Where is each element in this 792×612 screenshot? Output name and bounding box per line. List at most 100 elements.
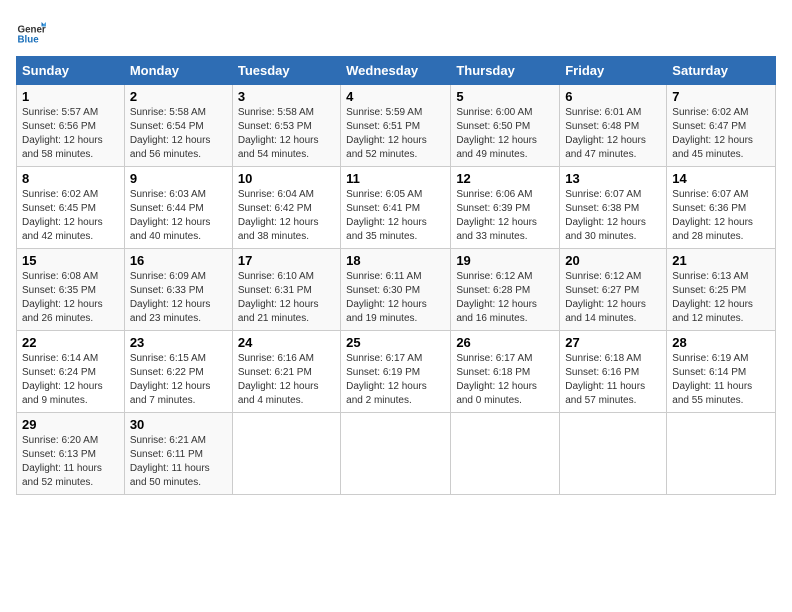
day-info: Sunrise: 6:12 AMSunset: 6:27 PMDaylight:… (565, 271, 646, 324)
logo: General Blue (16, 16, 46, 46)
weekday-header-monday: Monday (124, 57, 232, 85)
weekday-header-sunday: Sunday (17, 57, 125, 85)
day-number: 12 (456, 171, 554, 186)
day-number: 4 (346, 89, 445, 104)
day-number: 13 (565, 171, 661, 186)
calendar-week-3: 15 Sunrise: 6:08 AMSunset: 6:35 PMDayligh… (17, 249, 776, 331)
calendar-cell-day-2: 2 Sunrise: 5:58 AMSunset: 6:54 PMDaylight… (124, 85, 232, 167)
calendar-cell-day-18: 18 Sunrise: 6:11 AMSunset: 6:30 PMDayligh… (341, 249, 451, 331)
svg-text:Blue: Blue (18, 34, 40, 45)
calendar-cell-day-19: 19 Sunrise: 6:12 AMSunset: 6:28 PMDayligh… (451, 249, 560, 331)
calendar-cell-day-28: 28 Sunrise: 6:19 AMSunset: 6:14 PMDayligh… (667, 331, 776, 413)
day-number: 27 (565, 335, 661, 350)
day-number: 30 (130, 417, 227, 432)
day-number: 5 (456, 89, 554, 104)
calendar-cell-day-11: 11 Sunrise: 6:05 AMSunset: 6:41 PMDayligh… (341, 167, 451, 249)
calendar-cell-day-10: 10 Sunrise: 6:04 AMSunset: 6:42 PMDayligh… (232, 167, 340, 249)
weekday-header-saturday: Saturday (667, 57, 776, 85)
day-info: Sunrise: 6:12 AMSunset: 6:28 PMDaylight:… (456, 271, 537, 324)
calendar-cell-day-15: 15 Sunrise: 6:08 AMSunset: 6:35 PMDayligh… (17, 249, 125, 331)
day-info: Sunrise: 6:01 AMSunset: 6:48 PMDaylight:… (565, 107, 646, 160)
day-number: 10 (238, 171, 335, 186)
day-info: Sunrise: 6:02 AMSunset: 6:45 PMDaylight:… (22, 189, 103, 242)
day-info: Sunrise: 6:19 AMSunset: 6:14 PMDaylight:… (672, 353, 752, 406)
day-number: 28 (672, 335, 770, 350)
day-number: 9 (130, 171, 227, 186)
day-info: Sunrise: 6:15 AMSunset: 6:22 PMDaylight:… (130, 353, 211, 406)
calendar-cell-day-9: 9 Sunrise: 6:03 AMSunset: 6:44 PMDaylight… (124, 167, 232, 249)
empty-cell (341, 413, 451, 495)
day-number: 20 (565, 253, 661, 268)
calendar-cell-day-30: 30 Sunrise: 6:21 AMSunset: 6:11 PMDayligh… (124, 413, 232, 495)
calendar-cell-day-29: 29 Sunrise: 6:20 AMSunset: 6:13 PMDayligh… (17, 413, 125, 495)
day-info: Sunrise: 6:11 AMSunset: 6:30 PMDaylight:… (346, 271, 427, 324)
weekday-header-row: SundayMondayTuesdayWednesdayThursdayFrid… (17, 57, 776, 85)
day-number: 18 (346, 253, 445, 268)
day-info: Sunrise: 6:05 AMSunset: 6:41 PMDaylight:… (346, 189, 427, 242)
weekday-header-tuesday: Tuesday (232, 57, 340, 85)
calendar-cell-day-1: 1Sunrise: 5:57 AMSunset: 6:56 PMDaylight… (17, 85, 125, 167)
calendar-cell-day-13: 13 Sunrise: 6:07 AMSunset: 6:38 PMDayligh… (560, 167, 667, 249)
day-info: Sunrise: 5:58 AMSunset: 6:53 PMDaylight:… (238, 107, 319, 160)
calendar-cell-day-22: 22 Sunrise: 6:14 AMSunset: 6:24 PMDayligh… (17, 331, 125, 413)
calendar-cell-day-17: 17Sunrise: 6:10 AMSunset: 6:31 PMDayligh… (232, 249, 340, 331)
day-info: Sunrise: 6:21 AMSunset: 6:11 PMDaylight:… (130, 435, 210, 488)
day-info: Sunrise: 6:16 AMSunset: 6:21 PMDaylight:… (238, 353, 319, 406)
day-number: 6 (565, 89, 661, 104)
day-info: Sunrise: 5:58 AMSunset: 6:54 PMDaylight:… (130, 107, 211, 160)
weekday-header-friday: Friday (560, 57, 667, 85)
day-info: Sunrise: 6:07 AMSunset: 6:36 PMDaylight:… (672, 189, 753, 242)
weekday-header-thursday: Thursday (451, 57, 560, 85)
day-number: 21 (672, 253, 770, 268)
empty-cell (667, 413, 776, 495)
day-number: 15 (22, 253, 119, 268)
day-number: 11 (346, 171, 445, 186)
calendar-cell-day-12: 12 Sunrise: 6:06 AMSunset: 6:39 PMDayligh… (451, 167, 560, 249)
calendar-cell-day-5: 5 Sunrise: 6:00 AMSunset: 6:50 PMDaylight… (451, 85, 560, 167)
day-number: 17 (238, 253, 335, 268)
day-info: Sunrise: 6:07 AMSunset: 6:38 PMDaylight:… (565, 189, 646, 242)
day-info: Sunrise: 6:09 AMSunset: 6:33 PMDaylight:… (130, 271, 211, 324)
calendar-week-1: 1Sunrise: 5:57 AMSunset: 6:56 PMDaylight… (17, 85, 776, 167)
day-number: 7 (672, 89, 770, 104)
day-number: 24 (238, 335, 335, 350)
calendar-week-6: 29 Sunrise: 6:20 AMSunset: 6:13 PMDayligh… (17, 413, 776, 495)
calendar-cell-day-25: 25 Sunrise: 6:17 AMSunset: 6:19 PMDayligh… (341, 331, 451, 413)
calendar-cell-day-14: 14Sunrise: 6:07 AMSunset: 6:36 PMDayligh… (667, 167, 776, 249)
day-number: 2 (130, 89, 227, 104)
day-info: Sunrise: 6:04 AMSunset: 6:42 PMDaylight:… (238, 189, 319, 242)
calendar-cell-day-23: 23 Sunrise: 6:15 AMSunset: 6:22 PMDayligh… (124, 331, 232, 413)
calendar-cell-day-3: 3Sunrise: 5:58 AMSunset: 6:53 PMDaylight… (232, 85, 340, 167)
weekday-header-wednesday: Wednesday (341, 57, 451, 85)
calendar-cell-day-26: 26Sunrise: 6:17 AMSunset: 6:18 PMDayligh… (451, 331, 560, 413)
calendar-cell-day-20: 20 Sunrise: 6:12 AMSunset: 6:27 PMDayligh… (560, 249, 667, 331)
day-info: Sunrise: 6:06 AMSunset: 6:39 PMDaylight:… (456, 189, 537, 242)
day-number: 29 (22, 417, 119, 432)
day-number: 19 (456, 253, 554, 268)
calendar-cell-day-4: 4Sunrise: 5:59 AMSunset: 6:51 PMDaylight… (341, 85, 451, 167)
day-info: Sunrise: 6:02 AMSunset: 6:47 PMDaylight:… (672, 107, 753, 160)
day-number: 16 (130, 253, 227, 268)
empty-cell (232, 413, 340, 495)
day-number: 25 (346, 335, 445, 350)
day-info: Sunrise: 6:08 AMSunset: 6:35 PMDaylight:… (22, 271, 103, 324)
day-number: 8 (22, 171, 119, 186)
day-info: Sunrise: 6:20 AMSunset: 6:13 PMDaylight:… (22, 435, 102, 488)
calendar-week-4: 22 Sunrise: 6:14 AMSunset: 6:24 PMDayligh… (17, 331, 776, 413)
calendar-cell-day-21: 21 Sunrise: 6:13 AMSunset: 6:25 PMDayligh… (667, 249, 776, 331)
day-info: Sunrise: 6:13 AMSunset: 6:25 PMDaylight:… (672, 271, 753, 324)
day-info: Sunrise: 6:14 AMSunset: 6:24 PMDaylight:… (22, 353, 103, 406)
calendar-table: SundayMondayTuesdayWednesdayThursdayFrid… (16, 56, 776, 495)
day-info: Sunrise: 6:17 AMSunset: 6:19 PMDaylight:… (346, 353, 427, 406)
day-info: Sunrise: 6:18 AMSunset: 6:16 PMDaylight:… (565, 353, 645, 406)
day-info: Sunrise: 6:17 AMSunset: 6:18 PMDaylight:… (456, 353, 537, 406)
calendar-week-2: 8 Sunrise: 6:02 AMSunset: 6:45 PMDaylight… (17, 167, 776, 249)
day-number: 22 (22, 335, 119, 350)
day-info: Sunrise: 5:57 AMSunset: 6:56 PMDaylight:… (22, 107, 103, 160)
day-info: Sunrise: 6:03 AMSunset: 6:44 PMDaylight:… (130, 189, 211, 242)
day-info: Sunrise: 6:00 AMSunset: 6:50 PMDaylight:… (456, 107, 537, 160)
logo-icon: General Blue (16, 16, 46, 46)
calendar-cell-day-7: 7 Sunrise: 6:02 AMSunset: 6:47 PMDaylight… (667, 85, 776, 167)
day-number: 23 (130, 335, 227, 350)
page-header: General Blue (16, 16, 776, 46)
